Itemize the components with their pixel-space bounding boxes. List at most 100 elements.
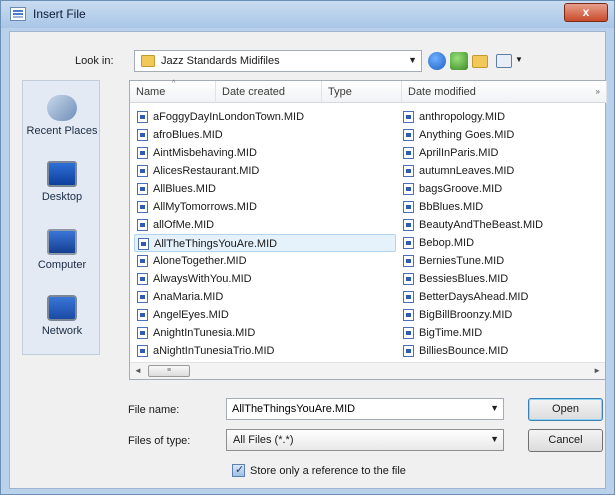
file-item[interactable]: Anything Goes.MID (400, 126, 543, 144)
files-of-type-label: Files of type: (128, 435, 191, 447)
file-item[interactable]: AngelEyes.MID (134, 306, 396, 324)
new-folder-icon[interactable] (472, 55, 488, 68)
place-label: Recent Places (26, 125, 98, 137)
midi-file-icon (403, 273, 414, 285)
insert-file-dialog: Insert File x Look in: Jazz Standards Mi… (0, 0, 615, 495)
column-header-date-created[interactable]: Date created (216, 81, 322, 103)
file-name: AngelEyes.MID (153, 309, 229, 321)
file-item[interactable]: autumnLeaves.MID (400, 162, 543, 180)
file-item[interactable]: BigBillBroonzy.MID (400, 306, 543, 324)
file-item[interactable]: BeautyAndTheBeast.MID (400, 216, 543, 234)
file-name: afroBlues.MID (153, 129, 223, 141)
file-item[interactable]: AllBlues.MID (134, 180, 396, 198)
file-item[interactable]: Bebop.MID (400, 234, 543, 252)
column-header-name[interactable]: Name ^ (130, 80, 216, 103)
midi-file-icon (403, 345, 414, 357)
look-in-dropdown[interactable]: Jazz Standards Midifiles ▼ (134, 50, 422, 72)
dialog-icon (10, 7, 26, 21)
cancel-button[interactable]: Cancel (528, 429, 603, 452)
scroll-left-icon[interactable]: ◄ (134, 366, 142, 375)
file-name: allOfMe.MID (153, 219, 215, 231)
file-item[interactable]: bagsGroove.MID (400, 180, 543, 198)
file-name: AlicesRestaurant.MID (153, 165, 260, 177)
file-name: BigBillBroonzy.MID (419, 309, 513, 321)
file-name: AnaMaria.MID (153, 291, 224, 303)
place-label: Network (41, 325, 83, 337)
file-item[interactable]: AprilInParis.MID (400, 144, 543, 162)
file-item[interactable]: BigTime.MID (400, 324, 543, 342)
place-computer[interactable]: Computer (23, 229, 101, 271)
midi-file-icon (403, 129, 414, 141)
midi-file-icon (137, 183, 148, 195)
midi-file-icon (137, 255, 148, 267)
midi-file-icon (137, 309, 148, 321)
file-item[interactable]: AllMyTomorrows.MID (134, 198, 396, 216)
file-list[interactable]: Name ^ Date created Type Date modified »… (129, 80, 607, 380)
file-name-label: File name: (128, 404, 180, 416)
scroll-thumb[interactable]: ≡ (148, 365, 190, 377)
column-header-type[interactable]: Type (322, 81, 402, 103)
midi-file-icon (403, 237, 414, 249)
place-recent-places[interactable]: Recent Places (23, 95, 101, 137)
chevron-down-icon[interactable]: ▼ (490, 403, 499, 413)
file-name: AlwaysWithYou.MID (153, 273, 252, 285)
file-name: aFoggyDayInLondonTown.MID (153, 111, 305, 123)
file-item[interactable]: BessiesBlues.MID (400, 270, 543, 288)
checkmark-icon: ✓ (235, 464, 245, 476)
file-item[interactable]: BbBlues.MID (400, 198, 543, 216)
file-item[interactable]: aNightInTunesiaTrio.MID (134, 342, 396, 360)
up-folder-icon[interactable] (450, 52, 468, 70)
midi-file-icon (403, 165, 414, 177)
reference-only-checkbox[interactable]: ✓ (232, 464, 245, 477)
place-desktop[interactable]: Desktop (23, 161, 101, 203)
midi-file-icon (403, 111, 414, 123)
file-name: AllTheThingsYouAre.MID (154, 238, 278, 250)
view-menu-chevron-icon[interactable]: ▼ (515, 55, 523, 64)
midi-file-icon (403, 309, 414, 321)
file-item[interactable]: AnaMaria.MID (134, 288, 396, 306)
look-in-value: Jazz Standards Midifiles (161, 55, 280, 67)
files-of-type-dropdown[interactable]: All Files (*.*) ▼ (226, 429, 504, 451)
midi-file-icon (403, 291, 414, 303)
file-item[interactable]: anthropology.MID (400, 108, 543, 126)
file-item[interactable]: AnightInTunesia.MID (134, 324, 396, 342)
close-button[interactable]: x (564, 3, 608, 22)
file-item[interactable]: AloneTogether.MID (134, 252, 396, 270)
place-network[interactable]: Network (23, 295, 101, 337)
file-item[interactable]: BilliesBounce.MID (400, 342, 543, 360)
more-columns-icon[interactable]: » (596, 81, 600, 103)
file-item[interactable]: BetterDaysAhead.MID (400, 288, 543, 306)
midi-file-icon (403, 183, 414, 195)
horizontal-scrollbar[interactable]: ◄ ≡ ► (130, 362, 605, 379)
file-name-input[interactable] (228, 400, 486, 418)
reference-only-label: Store only a reference to the file (250, 465, 406, 477)
file-name: Anything Goes.MID (419, 129, 515, 141)
midi-file-icon (137, 165, 148, 177)
back-icon[interactable] (428, 52, 446, 70)
open-button[interactable]: Open (528, 398, 603, 421)
file-item[interactable]: AintMisbehaving.MID (134, 144, 396, 162)
computer-icon (47, 229, 77, 255)
file-name-field[interactable]: ▼ (226, 398, 504, 420)
file-item[interactable]: aFoggyDayInLondonTown.MID (134, 108, 396, 126)
place-label: Desktop (41, 191, 83, 203)
column-header-date-modified[interactable]: Date modified » (402, 81, 607, 103)
file-name: AloneTogether.MID (153, 255, 247, 267)
file-item[interactable]: allOfMe.MID (134, 216, 396, 234)
file-item[interactable]: AlwaysWithYou.MID (134, 270, 396, 288)
file-name: BilliesBounce.MID (419, 345, 509, 357)
file-item[interactable]: AlicesRestaurant.MID (134, 162, 396, 180)
file-item[interactable]: BerniesTune.MID (400, 252, 543, 270)
midi-file-icon (137, 147, 148, 159)
midi-file-icon (137, 345, 148, 357)
midi-file-icon (138, 238, 149, 250)
file-name: Bebop.MID (419, 237, 475, 249)
column-header-date-created-label: Date created (222, 86, 285, 98)
file-name: AllBlues.MID (153, 183, 216, 195)
file-name: aNightInTunesiaTrio.MID (153, 345, 275, 357)
look-in-label: Look in: (75, 55, 114, 67)
scroll-right-icon[interactable]: ► (593, 366, 601, 375)
file-item[interactable]: afroBlues.MID (134, 126, 396, 144)
file-item[interactable]: AllTheThingsYouAre.MID (134, 234, 396, 252)
view-menu-icon[interactable] (496, 54, 512, 68)
